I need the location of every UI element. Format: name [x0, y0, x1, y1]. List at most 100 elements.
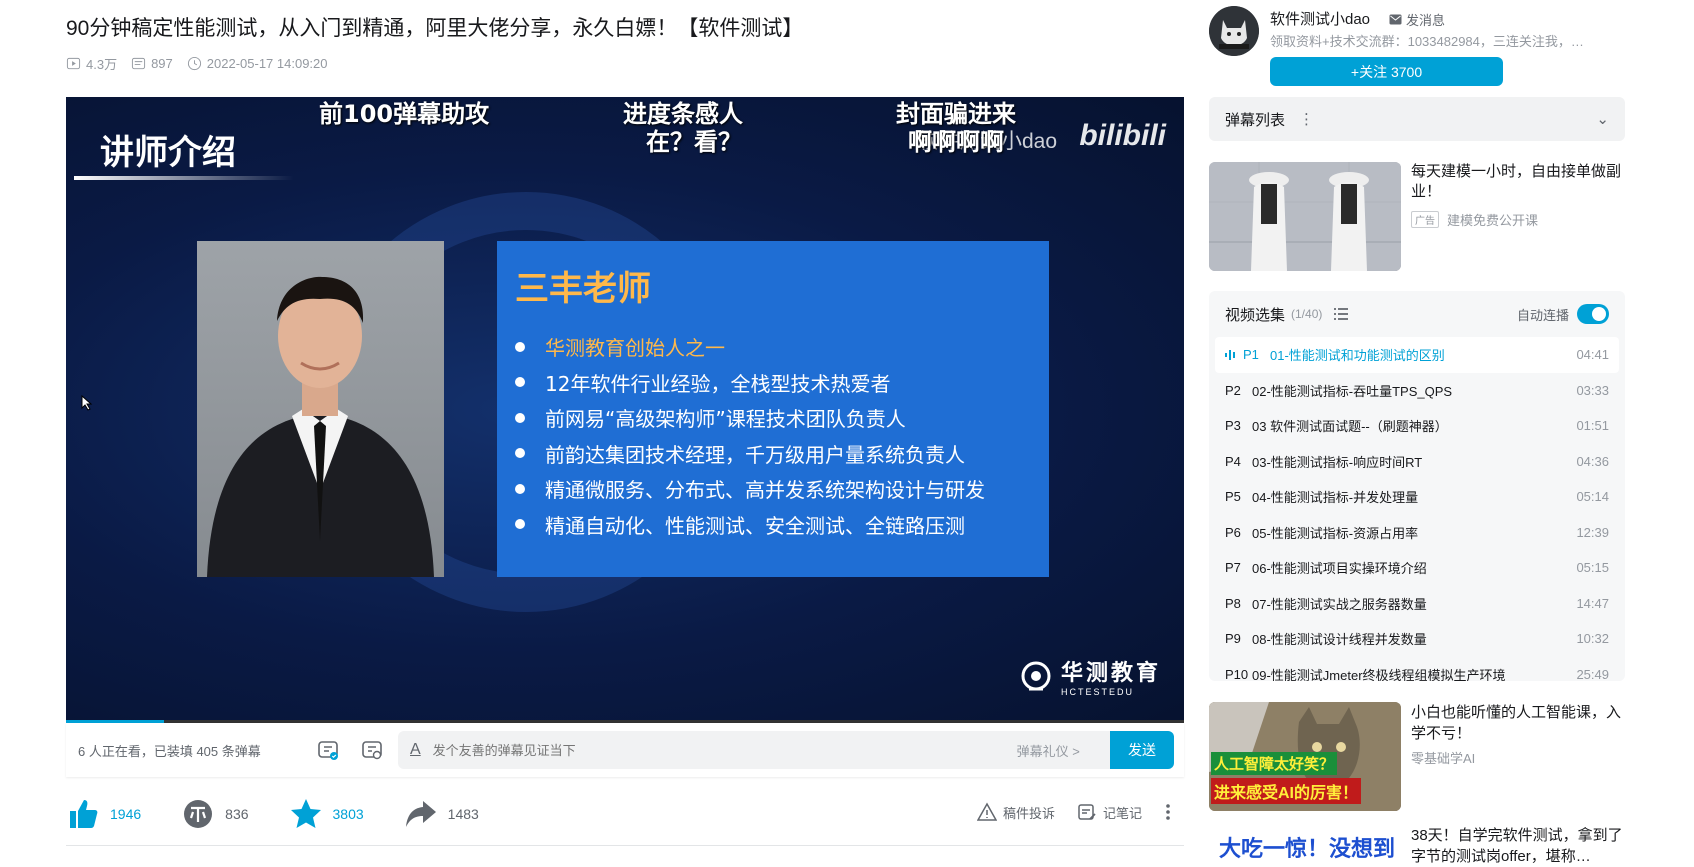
recommend-title[interactable]: 38天！自学完软件测试，拿到了字节的测试岗offer，堪称… — [1411, 825, 1625, 867]
episode-item[interactable]: P8 07-性能测试实战之服务器数量 14:47 — [1209, 586, 1625, 622]
follow-button[interactable]: +关注 3700 — [1270, 57, 1503, 86]
coin-count: 836 — [225, 806, 249, 822]
brand-mark-icon — [1021, 661, 1051, 691]
danmaku-2: 进度条感人 — [623, 100, 743, 128]
teacher-portrait-icon — [207, 276, 434, 577]
brand-name-cn: 华测教育 — [1061, 660, 1162, 685]
note-icon — [1078, 804, 1096, 820]
publish-time: 2022-05-17 14:09:20 — [187, 56, 328, 71]
episode-item[interactable]: P10 09-性能测试Jmeter终极线程组模拟生产环境 25:49 — [1209, 657, 1625, 681]
ad-thumbnail[interactable] — [1209, 162, 1401, 271]
episode-title: 07-性能测试实战之服务器数量 — [1252, 596, 1427, 612]
episode-duration: 04:36 — [1576, 453, 1609, 469]
episode-title: 04-性能测试指标-并发处理量 — [1252, 490, 1419, 506]
uploader-avatar[interactable] — [1209, 6, 1259, 56]
episode-item[interactable]: P2 02-性能测试指标-吞吐量TPS_QPS 03:33 — [1209, 373, 1625, 409]
episode-item[interactable]: P1 01-性能测试和功能测试的区别 04:41 — [1215, 337, 1619, 373]
recommend-card[interactable]: 大吃一惊！没想到 38天！自学完软件测试，拿到了字节的测试岗offer，堪称… — [1209, 825, 1625, 865]
episode-title: 01-性能测试和功能测试的区别 — [1270, 348, 1445, 364]
teacher-info-box: 三丰老师 华测教育创始人之一 12年软件行业经验，全栈型技术热爱者 前网易“高级… — [497, 241, 1049, 577]
danmaku-3: 在？看？ — [646, 128, 742, 156]
cat-avatar-icon — [1209, 6, 1259, 56]
views-stat: 4.3万 — [66, 54, 117, 73]
favorite-count: 3803 — [332, 806, 364, 822]
episode-number: P5 — [1225, 489, 1241, 505]
star-icon — [290, 799, 321, 828]
danmaku-count-icon — [132, 57, 146, 70]
coin-icon — [184, 800, 213, 828]
toolbar-divider — [66, 845, 1184, 846]
danmaku-list-label: 弹幕列表 — [1225, 111, 1286, 129]
danmaku-list-panel[interactable]: 弹幕列表 ⋮ ⌄ — [1209, 97, 1625, 141]
danmaku-etiquette-link[interactable]: 弹幕礼仪 > — [1017, 741, 1080, 760]
uploader-name[interactable]: 软件测试小dao — [1270, 8, 1370, 29]
thumbnail-caption-2: 进来感受AI的厉害！ — [1211, 778, 1362, 804]
envelope-icon — [1389, 14, 1402, 25]
ad-source[interactable]: 建模免费公开课 — [1447, 210, 1538, 229]
recommend-thumbnail[interactable]: 人工智障太好笑？ 进来感受AI的厉害！ — [1209, 702, 1401, 811]
episode-item[interactable]: P7 06-性能测试项目实操环境介绍 05:15 — [1209, 550, 1625, 586]
chevron-down-icon[interactable]: ⌄ — [1596, 110, 1609, 128]
episode-title: 09-性能测试Jmeter终极线程组模拟生产环境 — [1252, 667, 1506, 681]
episode-item[interactable]: P5 04-性能测试指标-并发处理量 05:14 — [1209, 479, 1625, 515]
bullet-item: 华测教育创始人之一 — [515, 329, 985, 365]
episode-title: 06-性能测试项目实操环境介绍 — [1252, 561, 1427, 577]
video-meta: 4.3万 897 2022-05-17 14:09:20 — [66, 54, 328, 73]
autoplay-label: 自动连播 — [1516, 307, 1569, 323]
bullet-item: 12年软件行业经验，全栈型技术热爱者 — [515, 365, 985, 401]
ad-badge: 广告 — [1411, 211, 1439, 228]
episode-title: 08-性能测试设计线程并发数量 — [1252, 632, 1427, 648]
danmaku-5: 啊啊啊啊 — [908, 128, 1004, 156]
episode-item[interactable]: P6 05-性能测试指标-资源占用率 12:39 — [1209, 515, 1625, 551]
episode-duration: 10:32 — [1576, 631, 1609, 647]
thumbs-up-icon — [70, 800, 98, 828]
episode-item[interactable]: P4 03-性能测试指标-响应时间RT 04:36 — [1209, 444, 1625, 480]
video-player[interactable]: 讲师介绍 前100弹幕助攻 进度条感人 在？看？ 封面骗进来 软件测试小dao … — [66, 97, 1184, 723]
recommend-title[interactable]: 小白也能听懂的人工智能课，入学不亏！ — [1411, 702, 1625, 744]
uploader-description: 领取资料+技术交流群：1033482984，三连关注我，… — [1270, 34, 1584, 49]
episode-duration: 05:15 — [1576, 560, 1609, 576]
episode-list-panel: 视频选集 (1/40) 自动连播 P1 01-性能测试和功能测试的区别 04:4… — [1209, 291, 1625, 681]
episode-duration: 03:33 — [1576, 382, 1609, 398]
danmaku-settings-icon[interactable] — [360, 738, 384, 762]
like-button[interactable]: 1946 — [66, 797, 141, 831]
danmaku-input[interactable] — [432, 742, 1013, 758]
recommend-uploader[interactable]: 零基础学AI — [1411, 748, 1475, 767]
list-view-icon[interactable] — [1334, 308, 1349, 320]
episode-duration: 12:39 — [1576, 524, 1609, 540]
note-button[interactable]: 记笔记 — [1077, 802, 1142, 822]
danmaku-send-bar: 6 人正在看，已装填 405 条弹幕 A 弹幕礼仪 > 发送 — [66, 723, 1184, 777]
share-count: 1483 — [447, 806, 479, 822]
ad-title[interactable]: 每天建模一小时，自由接单做副业！ — [1411, 162, 1625, 202]
brand-logo: 华测教育 HCTESTEDU — [1019, 655, 1161, 697]
bullet-item: 精通微服务、分布式、高并发系统架构设计与研发 — [515, 471, 985, 507]
send-message-button[interactable]: 发消息 — [1389, 10, 1445, 29]
playing-bars-icon — [1225, 349, 1235, 360]
send-danmaku-button[interactable]: 发送 — [1110, 731, 1174, 769]
slide-heading: 讲师介绍 — [100, 133, 236, 173]
bullet-item: 前网易“高级架构师”课程技术团队负责人 — [515, 400, 985, 436]
more-options-button[interactable] — [1164, 802, 1172, 822]
episode-duration: 25:49 — [1576, 666, 1609, 681]
episode-item[interactable]: P3 03 软件测试面试题--（刷题神器） 01:51 — [1209, 408, 1625, 444]
ad-card[interactable]: 每天建模一小时，自由接单做副业！ 广告 建模免费公开课 — [1209, 162, 1625, 271]
danmaku-toggle-icon[interactable] — [316, 738, 340, 762]
viewer-count: 6 人正在看，已装填 405 条弹幕 — [78, 743, 261, 759]
font-style-icon[interactable]: A — [410, 741, 421, 759]
favorite-button[interactable]: 3803 — [289, 797, 364, 831]
report-button[interactable]: 稿件投诉 — [976, 802, 1055, 822]
episode-number: P1 — [1243, 347, 1259, 363]
autoplay-toggle[interactable] — [1577, 304, 1609, 324]
episode-item[interactable]: P9 08-性能测试设计线程并发数量 10:32 — [1209, 621, 1625, 657]
ad-figure-image — [1209, 162, 1401, 271]
episode-duration: 05:14 — [1576, 489, 1609, 505]
teacher-name: 三丰老师 — [515, 269, 651, 309]
coin-button[interactable]: 836 — [181, 797, 249, 831]
episode-duration: 01:51 — [1576, 418, 1609, 434]
recommend-thumbnail[interactable]: 大吃一惊！没想到 — [1209, 825, 1401, 865]
episode-title: 05-性能测试指标-资源占用率 — [1252, 525, 1419, 541]
more-vertical-icon[interactable]: ⋮ — [1299, 110, 1314, 128]
episode-number: P9 — [1225, 631, 1241, 647]
recommend-card[interactable]: 人工智障太好笑？ 进来感受AI的厉害！ 小白也能听懂的人工智能课，入学不亏！ 零… — [1209, 702, 1625, 811]
share-button[interactable]: 1483 — [404, 797, 479, 831]
